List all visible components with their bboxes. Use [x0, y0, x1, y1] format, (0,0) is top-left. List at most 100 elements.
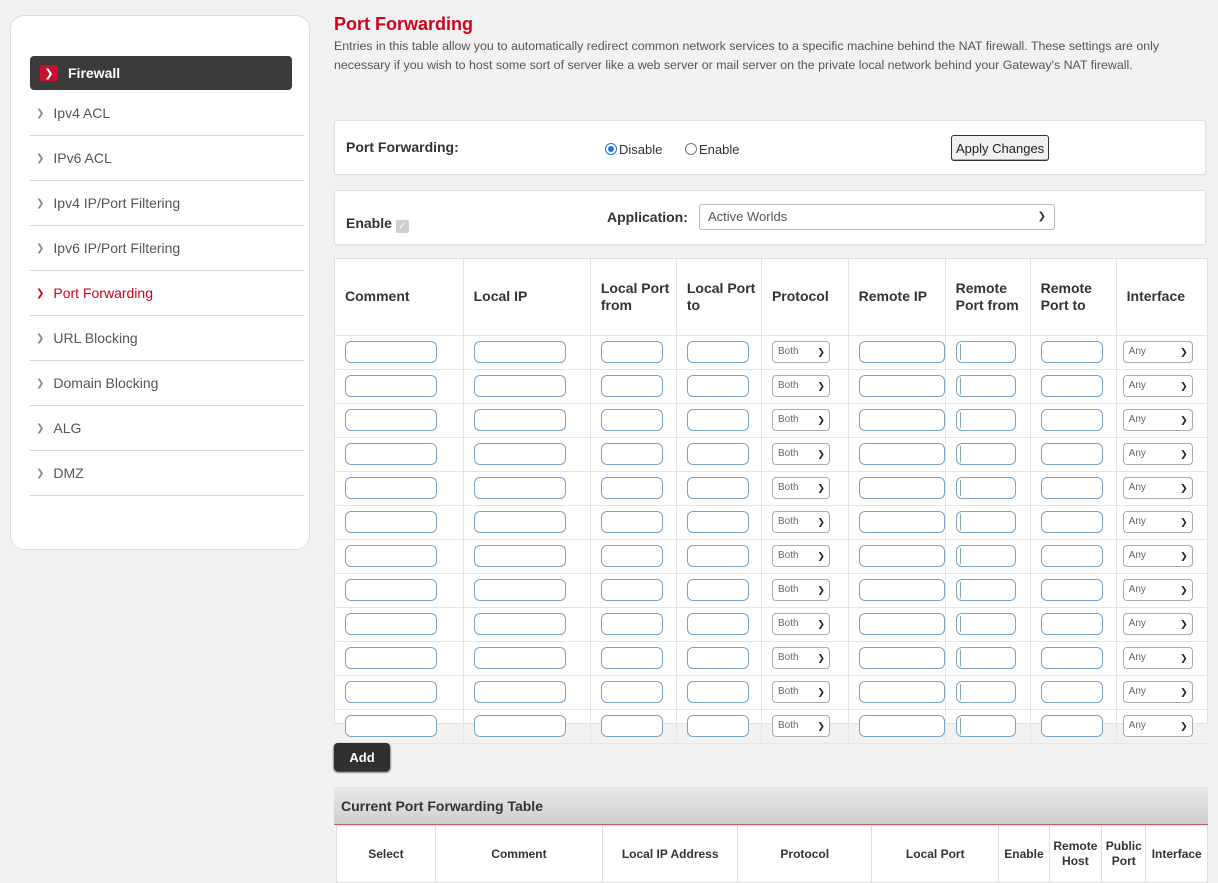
local-port-to-input[interactable]: [686, 647, 749, 669]
interface-select[interactable]: Any ❯: [1122, 443, 1193, 465]
interface-select[interactable]: Any ❯: [1122, 613, 1193, 635]
remote-port-from-input[interactable]: [955, 477, 1016, 499]
sidebar-item-ipv4-acl[interactable]: ❯ Ipv4 ACL: [30, 91, 304, 136]
protocol-select[interactable]: Both ❯: [771, 647, 830, 669]
remote-port-to-input[interactable]: [1040, 375, 1103, 397]
interface-select[interactable]: Any ❯: [1122, 579, 1193, 601]
apply-changes-button[interactable]: Apply Changes: [951, 135, 1050, 161]
interface-select[interactable]: Any ❯: [1122, 681, 1193, 703]
local-port-to-input[interactable]: [686, 443, 749, 465]
interface-select[interactable]: Any ❯: [1122, 477, 1193, 499]
local-ip-input[interactable]: [473, 613, 566, 635]
comment-input[interactable]: [345, 681, 437, 703]
remote-port-from-input[interactable]: [955, 681, 1016, 703]
remote-port-from-input[interactable]: [955, 409, 1016, 431]
sidebar-item-domain-blocking[interactable]: ❯ Domain Blocking: [30, 361, 304, 406]
local-port-from-input[interactable]: [600, 545, 663, 567]
local-port-from-input[interactable]: [600, 443, 663, 465]
sidebar-item-port-forwarding[interactable]: ❯ Port Forwarding: [30, 271, 304, 316]
remote-ip-input[interactable]: [858, 511, 945, 533]
sidebar-item-ipv6-ip-port-filtering[interactable]: ❯ Ipv6 IP/Port Filtering: [30, 226, 304, 271]
remote-port-to-input[interactable]: [1040, 443, 1103, 465]
protocol-select[interactable]: Both ❯: [771, 375, 830, 397]
comment-input[interactable]: [345, 647, 437, 669]
remote-ip-input[interactable]: [858, 477, 945, 499]
local-ip-input[interactable]: [473, 579, 566, 601]
local-port-from-input[interactable]: [600, 511, 663, 533]
disable-radio[interactable]: Disable: [605, 141, 662, 159]
local-port-from-input[interactable]: [600, 715, 663, 737]
local-port-to-input[interactable]: [686, 341, 749, 363]
local-ip-input[interactable]: [473, 375, 566, 397]
local-port-from-input[interactable]: [600, 681, 663, 703]
protocol-select[interactable]: Both ❯: [771, 613, 830, 635]
local-port-from-input[interactable]: [600, 341, 663, 363]
protocol-select[interactable]: Both ❯: [771, 477, 830, 499]
protocol-select[interactable]: Both ❯: [771, 443, 830, 465]
local-ip-input[interactable]: [473, 443, 566, 465]
local-ip-input[interactable]: [473, 477, 566, 499]
sidebar-item-ipv4-ip-port-filtering[interactable]: ❯ Ipv4 IP/Port Filtering: [30, 181, 304, 226]
local-port-to-input[interactable]: [686, 409, 749, 431]
remote-port-from-input[interactable]: [955, 511, 1016, 533]
remote-port-to-input[interactable]: [1040, 511, 1103, 533]
local-port-from-input[interactable]: [600, 647, 663, 669]
comment-input[interactable]: [345, 375, 437, 397]
local-port-to-input[interactable]: [686, 613, 749, 635]
comment-input[interactable]: [345, 613, 437, 635]
local-ip-input[interactable]: [473, 681, 566, 703]
remote-port-to-input[interactable]: [1040, 579, 1103, 601]
remote-ip-input[interactable]: [858, 375, 945, 397]
remote-ip-input[interactable]: [858, 341, 945, 363]
local-port-to-input[interactable]: [686, 511, 749, 533]
remote-port-from-input[interactable]: [955, 647, 1016, 669]
remote-ip-input[interactable]: [858, 647, 945, 669]
remote-ip-input[interactable]: [858, 579, 945, 601]
protocol-select[interactable]: Both ❯: [771, 341, 830, 363]
remote-port-to-input[interactable]: [1040, 715, 1103, 737]
remote-ip-input[interactable]: [858, 613, 945, 635]
application-select[interactable]: Active Worlds ❯: [699, 204, 1055, 230]
local-port-from-input[interactable]: [600, 409, 663, 431]
enable-checkbox[interactable]: ✓: [395, 220, 409, 233]
remote-port-from-input[interactable]: [955, 579, 1016, 601]
protocol-select[interactable]: Both ❯: [771, 511, 830, 533]
interface-select[interactable]: Any ❯: [1122, 647, 1193, 669]
remote-ip-input[interactable]: [858, 409, 945, 431]
interface-select[interactable]: Any ❯: [1122, 341, 1193, 363]
local-port-from-input[interactable]: [600, 375, 663, 397]
comment-input[interactable]: [345, 511, 437, 533]
remote-port-from-input[interactable]: [955, 443, 1016, 465]
local-ip-input[interactable]: [473, 409, 566, 431]
comment-input[interactable]: [345, 477, 437, 499]
enable-radio[interactable]: Enable: [685, 141, 739, 159]
remote-ip-input[interactable]: [858, 681, 945, 703]
local-ip-input[interactable]: [473, 341, 566, 363]
local-port-to-input[interactable]: [686, 545, 749, 567]
local-port-from-input[interactable]: [600, 477, 663, 499]
comment-input[interactable]: [345, 545, 437, 567]
local-port-to-input[interactable]: [686, 681, 749, 703]
remote-port-from-input[interactable]: [955, 545, 1016, 567]
protocol-select[interactable]: Both ❯: [771, 579, 830, 601]
remote-ip-input[interactable]: [858, 443, 945, 465]
local-port-to-input[interactable]: [686, 715, 749, 737]
sidebar-item-alg[interactable]: ❯ ALG: [30, 406, 304, 451]
comment-input[interactable]: [345, 715, 437, 737]
comment-input[interactable]: [345, 579, 437, 601]
remote-port-to-input[interactable]: [1040, 341, 1103, 363]
local-ip-input[interactable]: [473, 715, 566, 737]
interface-select[interactable]: Any ❯: [1122, 715, 1193, 737]
interface-select[interactable]: Any ❯: [1122, 409, 1193, 431]
remote-port-to-input[interactable]: [1040, 409, 1103, 431]
protocol-select[interactable]: Both ❯: [771, 409, 830, 431]
sidebar-header-firewall[interactable]: ❯ Firewall: [30, 56, 292, 90]
protocol-select[interactable]: Both ❯: [771, 715, 830, 737]
interface-select[interactable]: Any ❯: [1122, 375, 1193, 397]
sidebar-item-url-blocking[interactable]: ❯ URL Blocking: [30, 316, 304, 361]
remote-port-to-input[interactable]: [1040, 681, 1103, 703]
remote-port-from-input[interactable]: [955, 375, 1016, 397]
remote-ip-input[interactable]: [858, 715, 945, 737]
add-button[interactable]: Add: [334, 743, 390, 771]
remote-port-to-input[interactable]: [1040, 477, 1103, 499]
